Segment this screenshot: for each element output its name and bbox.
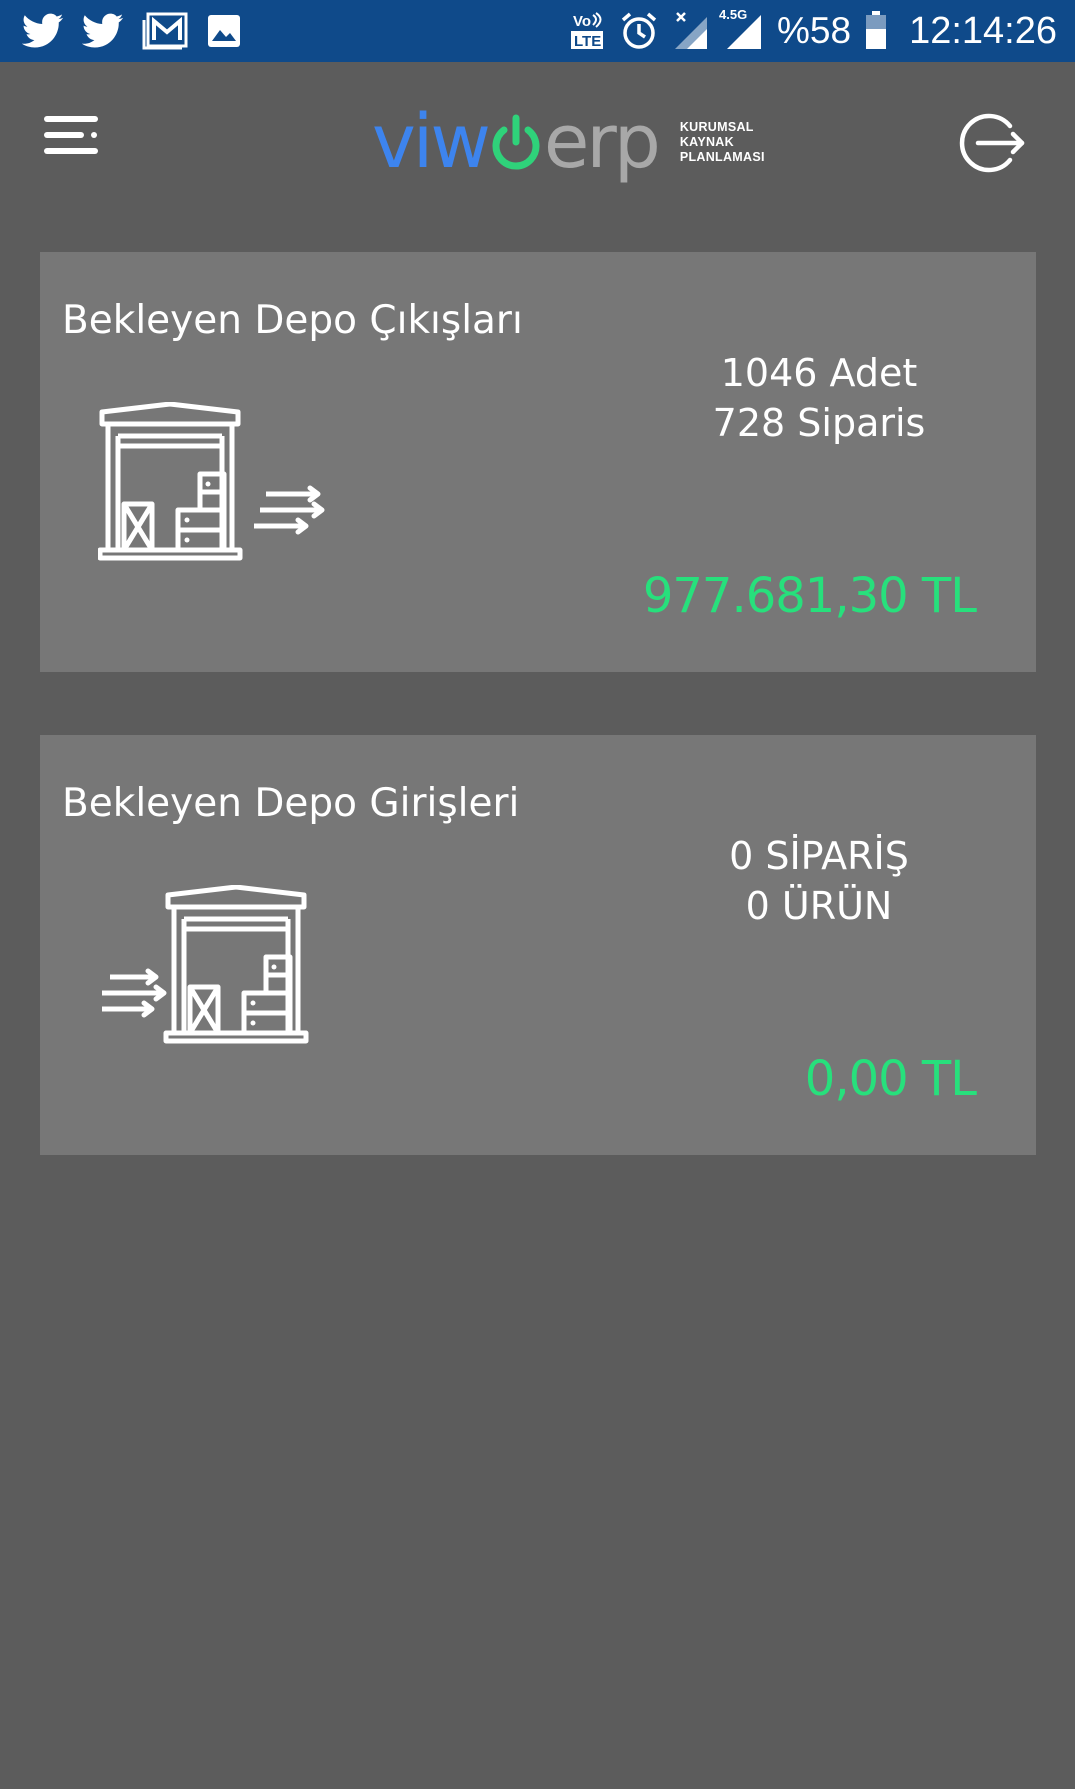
- logo-viw-text: viw: [372, 99, 491, 185]
- battery-icon: [865, 11, 887, 51]
- logo-subtitle-line: KAYNAK: [679, 134, 734, 149]
- twitter-icon: [22, 13, 64, 49]
- system-icons: Vo LTE 4.5G %58 12:14:26: [569, 7, 1075, 53]
- network-type: 4.5G: [719, 7, 748, 22]
- card-title: Bekleyen Depo Girişleri: [62, 781, 520, 826]
- logout-icon: [959, 113, 1025, 173]
- product-count: 0 ÜRÜN: [745, 884, 893, 928]
- power-icon: [492, 114, 540, 170]
- menu-icon: [44, 116, 98, 154]
- warehouse-out-icon: [98, 402, 325, 561]
- status-bar: Vo LTE 4.5G %58 12:14:26: [0, 0, 1075, 62]
- warehouse-outgoing-card[interactable]: Bekleyen Depo Çıkışları 1046 Adet 728 Si…: [40, 252, 1036, 672]
- quantity-count: 1046 Adet: [720, 351, 918, 395]
- menu-button[interactable]: [40, 112, 104, 164]
- logo-erp-text: erp: [543, 99, 661, 185]
- card-stats: 0 SİPARİŞ 0 ÜRÜN: [654, 831, 984, 931]
- gmail-icon: [142, 12, 188, 50]
- signal-icon: 4.5G: [719, 7, 763, 51]
- total-amount: 0,00 TL: [804, 1051, 977, 1107]
- order-count: 0 SİPARİŞ: [729, 834, 909, 878]
- twitter-icon: [82, 13, 124, 49]
- total-amount: 977.681,30 TL: [642, 568, 977, 624]
- svg-text:Vo: Vo: [573, 13, 591, 30]
- app-header: viw erp KURUMSAL KAYNAK PLANLAMASI: [0, 62, 1075, 217]
- logo-subtitle-line: PLANLAMASI: [679, 149, 765, 164]
- card-title: Bekleyen Depo Çıkışları: [62, 298, 523, 343]
- warehouse-in-icon: [102, 885, 309, 1044]
- image-icon: [206, 13, 242, 49]
- signal-icon: [673, 11, 709, 51]
- notification-icons: [0, 12, 242, 50]
- battery-percent: %58: [777, 10, 852, 51]
- order-count: 728 Siparis: [712, 401, 926, 445]
- volte-icon: Vo LTE: [569, 11, 605, 51]
- clock: 12:14:26: [909, 9, 1057, 52]
- alarm-icon: [619, 11, 659, 51]
- viwo-erp-logo: viw erp KURUMSAL KAYNAK PLANLAMASI: [372, 96, 765, 188]
- svg-text:LTE: LTE: [574, 33, 601, 50]
- logo-subtitle-line: KURUMSAL: [679, 119, 754, 134]
- warehouse-incoming-card[interactable]: Bekleyen Depo Girişleri 0 SİPARİŞ 0 ÜRÜN…: [40, 735, 1036, 1155]
- logout-button[interactable]: [958, 108, 1028, 178]
- logo-subtitle: KURUMSAL KAYNAK PLANLAMASI: [680, 120, 765, 165]
- card-stats: 1046 Adet 728 Siparis: [654, 348, 984, 448]
